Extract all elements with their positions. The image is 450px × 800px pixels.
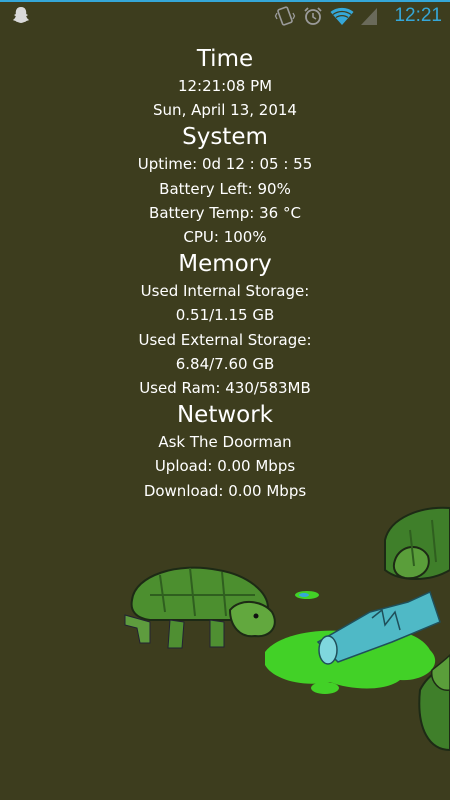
status-clock: 12:21 [394, 5, 442, 26]
internal-storage-value: 0.51/1.15 GB [175, 306, 275, 325]
current-date: Sun, April 13, 2014 [153, 101, 297, 120]
turtles-wallpaper-art [124, 506, 450, 752]
vibrate-icon [275, 6, 296, 26]
section-title-memory: Memory [178, 251, 272, 278]
wifi-icon [330, 7, 354, 25]
section-title-system: System [182, 124, 268, 151]
current-time: 12:21:08 PM [177, 77, 273, 95]
ram-usage: Used Ram: 430/583MB [139, 379, 311, 398]
signal-icon [361, 8, 378, 25]
section-title-time: Time [196, 46, 254, 72]
status-bar[interactable]: 12:21 [0, 2, 450, 32]
internal-storage-label: Used Internal Storage: [140, 282, 310, 301]
battery-left: Battery Left: 90% [159, 179, 291, 198]
network-ssid: Ask The Doorman [158, 433, 292, 452]
alarm-icon [304, 7, 323, 25]
snapchat-ghost-icon [12, 7, 30, 23]
section-title-network: Network [176, 402, 274, 429]
system-info-widget: Time 12:21:08 PM Sun, April 13, 2014 Sys… [0, 44, 450, 503]
external-storage-value: 6.84/7.60 GB [175, 354, 275, 373]
cpu-usage: CPU: 100% [183, 228, 267, 247]
external-storage-label: Used External Storage: [138, 330, 312, 349]
upload-speed: Upload: 0.00 Mbps [154, 457, 296, 476]
uptime: Uptime: 0d 12 : 05 : 55 [137, 155, 313, 174]
battery-temp: Battery Temp: 36 °C [149, 203, 301, 222]
